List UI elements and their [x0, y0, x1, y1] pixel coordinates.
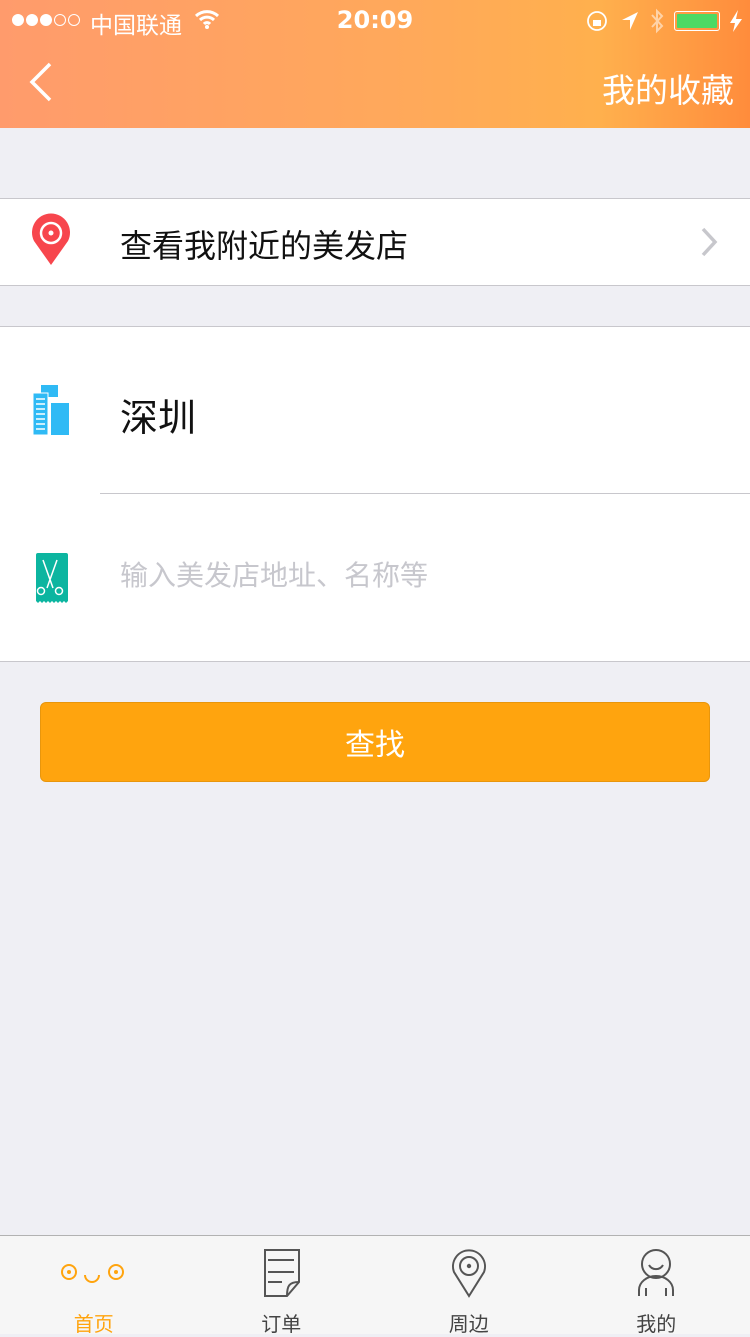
person-icon [636, 1248, 676, 1298]
document-icon [261, 1248, 301, 1298]
tab-orders[interactable]: 订单 [188, 1236, 376, 1334]
face-icon [59, 1248, 129, 1288]
city-building-icon [33, 385, 69, 435]
salon-search-input[interactable] [120, 559, 720, 592]
rotation-lock-icon [586, 9, 610, 33]
charging-icon [730, 10, 742, 32]
tab-home[interactable]: 首页 [0, 1236, 188, 1334]
tab-home-label: 首页 [0, 1308, 188, 1337]
scissors-ticket-icon [32, 553, 68, 605]
battery-icon [674, 11, 720, 31]
nearby-salons-row[interactable]: 查看我附近的美发店 [0, 198, 750, 286]
tab-orders-label: 订单 [188, 1308, 376, 1337]
location-pin-icon [30, 213, 72, 267]
nav-header: 中国联通 20:09 我的收藏 [0, 0, 750, 128]
chevron-left-icon[interactable] [28, 62, 54, 102]
tab-mine[interactable]: 我的 [563, 1236, 750, 1334]
tab-nearby[interactable]: 周边 [375, 1236, 563, 1334]
divider [100, 493, 750, 494]
page-title: 我的收藏 [602, 64, 734, 112]
status-bar: 中国联通 20:09 [0, 0, 750, 40]
chevron-right-icon [700, 227, 718, 257]
nearby-salons-label: 查看我附近的美发店 [120, 221, 408, 267]
tab-bar: 首页 订单 周边 我的 [0, 1235, 750, 1334]
tab-mine-label: 我的 [563, 1308, 750, 1337]
search-button[interactable]: 查找 [40, 702, 710, 782]
search-form: 深圳 [0, 326, 750, 662]
bluetooth-icon [650, 8, 664, 34]
tab-nearby-label: 周边 [375, 1308, 563, 1337]
city-value[interactable]: 深圳 [120, 387, 196, 442]
location-arrow-icon [620, 10, 640, 32]
location-icon [449, 1248, 489, 1298]
